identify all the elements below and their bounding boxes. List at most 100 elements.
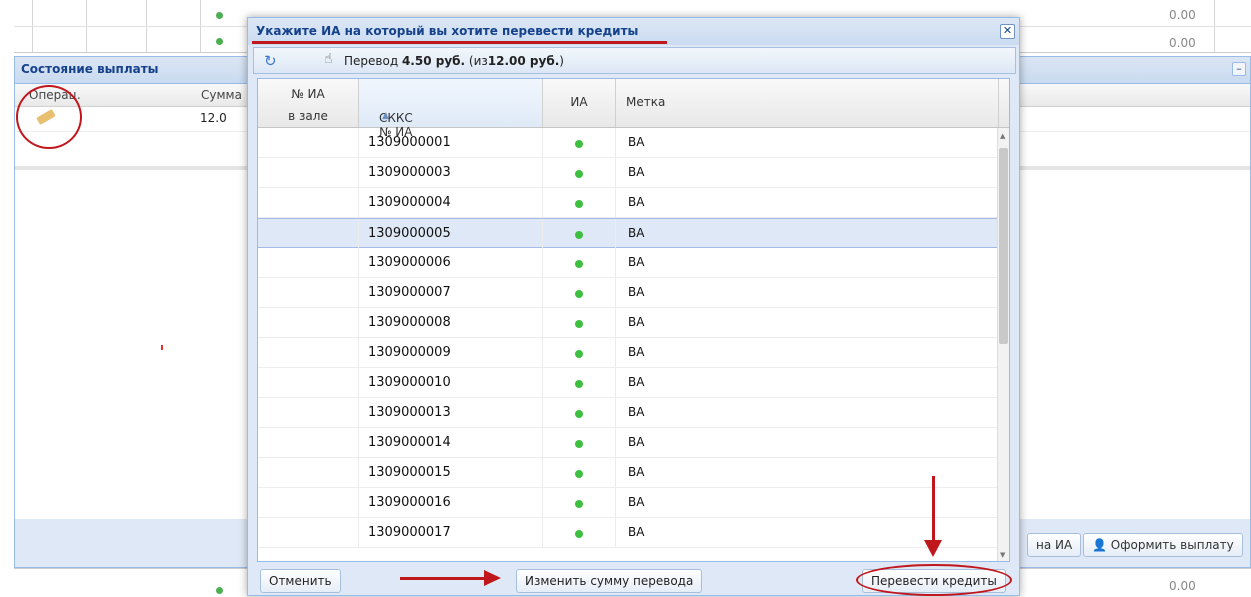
transfer-total: 12.00 руб. — [487, 54, 560, 68]
refresh-icon[interactable]: ↻ — [264, 52, 277, 70]
table-row[interactable]: 1309000003 ВА — [258, 158, 997, 188]
dialog-toolbar: ↻ ☝ Перевод 4.50 руб. (из12.00 руб.) — [253, 47, 1016, 74]
cell-ckkc-number: 1309000013 — [359, 398, 543, 427]
table-row[interactable]: 1309000004 ВА — [258, 188, 997, 218]
cell-label: ВА — [628, 345, 645, 359]
minus-icon[interactable]: – — [1232, 62, 1246, 76]
transfer-suffix: ) — [559, 54, 564, 68]
cell-ckkc-number: 1309000010 — [359, 368, 543, 397]
grid-body: 1309000001 ВА 1309000003 ВА 1309000004 ВА 1309… — [258, 128, 997, 561]
cell-ia-status — [543, 338, 616, 367]
column-hall-number[interactable]: № ИА в зале — [258, 79, 359, 127]
cell-hall-number — [258, 158, 359, 187]
status-dot-icon — [575, 231, 583, 239]
to-ia-button[interactable]: на ИА — [1027, 533, 1082, 557]
cell-ia-status — [543, 488, 616, 517]
cell-ia-status — [543, 219, 616, 248]
status-dot-icon — [575, 260, 583, 268]
cell-ckkc-number: 1309000008 — [359, 308, 543, 337]
column-amount[interactable]: Сумма — [201, 88, 242, 102]
cell-label: ВА — [628, 315, 645, 329]
cell-ia-status — [543, 128, 616, 157]
scroll-up-icon[interactable]: ▲ — [1000, 132, 1005, 140]
cell-ia-status — [543, 278, 616, 307]
status-dot-icon — [575, 170, 583, 178]
table-row[interactable]: 1309000006 ВА — [258, 248, 997, 278]
cell-label: ВА — [628, 405, 645, 419]
table-row[interactable]: 1309000014 ВА — [258, 428, 997, 458]
status-dot — [216, 587, 223, 594]
arrow-down-icon — [924, 540, 942, 557]
cell-label: ВА — [628, 255, 645, 269]
annotation-arrow-shaft — [400, 577, 488, 580]
scroll-thumb[interactable] — [999, 148, 1008, 344]
sort-asc-icon: ▲ — [382, 111, 389, 121]
cell-ckkc-number: 1309000004 — [359, 188, 543, 217]
cell-ckkc-number: 1309000014 — [359, 428, 543, 457]
column-ckkc-number[interactable]: СККС № ИА ▲ — [359, 79, 543, 139]
table-row[interactable]: 1309000001 ВА — [258, 128, 997, 158]
column-hall-number-line1: № ИА — [291, 87, 325, 101]
scroll-down-icon[interactable]: ▼ — [1000, 551, 1005, 559]
table-row[interactable]: 1309000016 ВА — [258, 488, 997, 518]
ia-grid: № ИА в зале СККС № ИА ▲ ИА Метка 13090000… — [257, 78, 1010, 562]
status-dot-icon — [575, 350, 583, 358]
status-dot — [216, 12, 223, 19]
column-label-text: Метка — [626, 95, 666, 109]
hand-pointer-icon: ☝ — [324, 51, 333, 67]
table-row[interactable]: 1309000013 ВА — [258, 398, 997, 428]
cell-label: ВА — [628, 195, 645, 209]
change-amount-button[interactable]: Изменить сумму перевода — [516, 569, 703, 593]
panel-title: Состояние выплаты — [21, 62, 159, 76]
annotation-ellipse-transfer — [856, 564, 1012, 596]
grid-header: № ИА в зале СККС № ИА ▲ ИА Метка — [258, 79, 1009, 139]
cell-ckkc-number: 1309000003 — [359, 158, 543, 187]
transfer-amount: 4.50 руб. — [401, 54, 466, 68]
cancel-button[interactable]: Отменить — [260, 569, 341, 593]
cell-ia-status — [543, 398, 616, 427]
cell-hall-number — [258, 458, 359, 487]
column-hall-number-line2: в зале — [288, 109, 328, 123]
cell-label: ВА — [628, 435, 645, 449]
status-dot-icon — [575, 530, 583, 538]
dialog-title: Укажите ИА на который вы хотите перевест… — [256, 24, 639, 38]
table-row[interactable]: 1309000017 ВА — [258, 518, 997, 548]
table-row[interactable]: 1309000015 ВА — [258, 458, 997, 488]
make-payout-button[interactable]: 👤 Оформить выплату — [1083, 533, 1243, 557]
table-row[interactable]: 1309000010 ВА — [258, 368, 997, 398]
cell-ia-status — [543, 158, 616, 187]
close-icon[interactable]: ✕ — [1000, 24, 1015, 39]
transfer-middle: (из — [468, 54, 488, 68]
table-row[interactable]: 1309000009 ВА — [258, 338, 997, 368]
cell-ckkc-number: 1309000017 — [359, 518, 543, 547]
table-row[interactable]: 1309000007 ВА — [258, 278, 997, 308]
annotation-arrow-shaft-vertical — [932, 476, 935, 544]
cell-hall-number — [258, 248, 359, 277]
annotation-underline-title — [252, 41, 667, 44]
vertical-scrollbar[interactable]: ▲ ▼ — [997, 128, 1009, 561]
status-dot-icon — [575, 440, 583, 448]
bg-value: 0.00 — [1169, 8, 1196, 22]
cell-ckkc-number: 1309000001 — [359, 128, 543, 157]
cursor-mark — [161, 345, 163, 350]
column-ia-label: ИА — [570, 95, 588, 109]
payout-amount: 12.0 — [200, 111, 227, 125]
cell-hall-number — [258, 368, 359, 397]
cell-hall-number — [258, 518, 359, 547]
cell-label: ВА — [628, 226, 645, 240]
cell-hall-number — [258, 219, 359, 248]
arrow-right-icon — [484, 570, 501, 586]
cell-ia-status — [543, 518, 616, 547]
column-label[interactable]: Метка — [616, 79, 999, 127]
cell-ckkc-number: 1309000009 — [359, 338, 543, 367]
cell-hall-number — [258, 428, 359, 457]
bg-value: 0.00 — [1169, 36, 1196, 50]
cell-hall-number — [258, 188, 359, 217]
cell-ia-status — [543, 368, 616, 397]
status-dot-icon — [575, 290, 583, 298]
transfer-summary: Перевод 4.50 руб. (из12.00 руб.) — [344, 54, 564, 68]
table-row[interactable]: 1309000008 ВА — [258, 308, 997, 338]
table-row[interactable]: 1309000005 ВА — [258, 218, 997, 248]
column-ia[interactable]: ИА — [543, 79, 616, 127]
status-dot-icon — [575, 500, 583, 508]
